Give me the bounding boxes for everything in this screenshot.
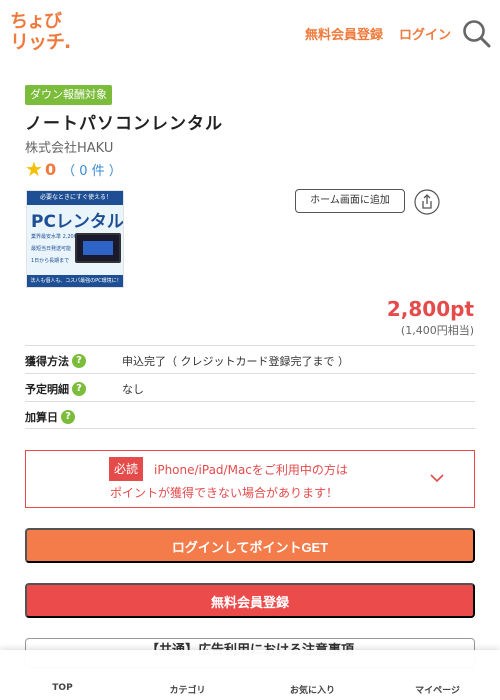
help-icon[interactable]: ? [72,354,86,368]
rating[interactable]: ★ 0 （ 0 件 ） [25,158,122,180]
info-row-acquisition: 獲得方法? 申込完了（ クレジットカード登録完了まで ） [25,345,475,373]
down-reward-badge: ダウン報酬対象 [25,85,112,105]
must-read-badge: 必読 [109,457,144,481]
logo-line1: ちょび [10,11,62,32]
search-icon[interactable] [461,18,491,48]
login-get-points-button[interactable]: ログインしてポイントGET [25,528,475,563]
register-button[interactable]: 無料会員登録 [25,583,475,618]
info-value: なし [122,383,144,396]
iphone-notice-accordion[interactable]: 必読 iPhone/iPad/Macをご利用中の方は ポイントが獲得できない場合… [25,450,475,508]
rating-score: 0 [44,159,57,179]
header: ちょび リッチ. 無料会員登録 ログイン [0,0,500,66]
thumb-line3: 1日から長期まで [31,258,70,264]
header-login-link[interactable]: ログイン [399,24,451,43]
star-icon: ★ [25,157,43,181]
offer-thumbnail: 必要なときにすぐ使える！ PCレンタル 業界最安水準 2,200円/月〜 最短当… [26,190,124,288]
thumb-title: PCレンタル [31,212,124,232]
bottom-nav: TOP カテゴリ お気に入り マイページ [0,650,500,700]
help-icon[interactable]: ? [72,382,86,396]
info-row-schedule: 予定明細? なし [25,373,475,401]
notice-line2: ポイントが獲得できない場合があります！ [110,486,339,500]
info-label: 加算日 [25,411,58,424]
nav-label: マイページ [415,686,460,696]
info-label: 獲得方法 [25,355,69,368]
page-title: ノートパソコンレンタル [25,114,223,134]
help-icon[interactable]: ? [61,410,75,424]
nav-label: カテゴリ [169,686,206,696]
nav-top[interactable]: TOP [0,650,125,700]
thumb-footer-text: 法人も個人も、コスパ最強のPC環境に！ [27,275,123,287]
notice-line1: iPhone/iPad/Macをご利用中の方は [154,463,348,477]
info-row-credit-date: 加算日? [25,401,475,429]
chobirich-logo[interactable]: ちょび リッチ. [10,12,72,54]
info-label: 予定明細 [25,383,69,396]
header-register-link[interactable]: 無料会員登録 [305,24,383,43]
info-value: 申込完了（ クレジットカード登録完了まで ） [122,355,349,368]
thumb-header-text: 必要なときにすぐ使える！ [27,191,123,205]
nav-category[interactable]: カテゴリ [125,650,250,700]
share-icon[interactable] [414,189,440,215]
nav-label: TOP [52,683,73,693]
reward-yen-equivalent: (1,400円相当) [400,324,474,337]
thumb-line2: 最短当日発送可能 [31,246,72,252]
reward-points: 2,800pt [386,297,474,321]
reward-info-table: 獲得方法? 申込完了（ クレジットカード登録完了まで ） 予定明細? なし 加算… [25,345,475,429]
laptop-image [75,233,121,263]
nav-label: お気に入り [289,686,335,696]
chevron-down-icon [430,474,444,483]
add-to-home-button[interactable]: ホーム画面に追加 [295,189,405,213]
review-count-link[interactable]: （ 0 件 ） [62,160,122,179]
logo-line2: リッチ. [10,31,71,53]
nav-favorites[interactable]: お気に入り [250,650,375,700]
nav-mypage[interactable]: マイページ [375,650,500,700]
company-name: 株式会社HAKU [25,141,114,156]
